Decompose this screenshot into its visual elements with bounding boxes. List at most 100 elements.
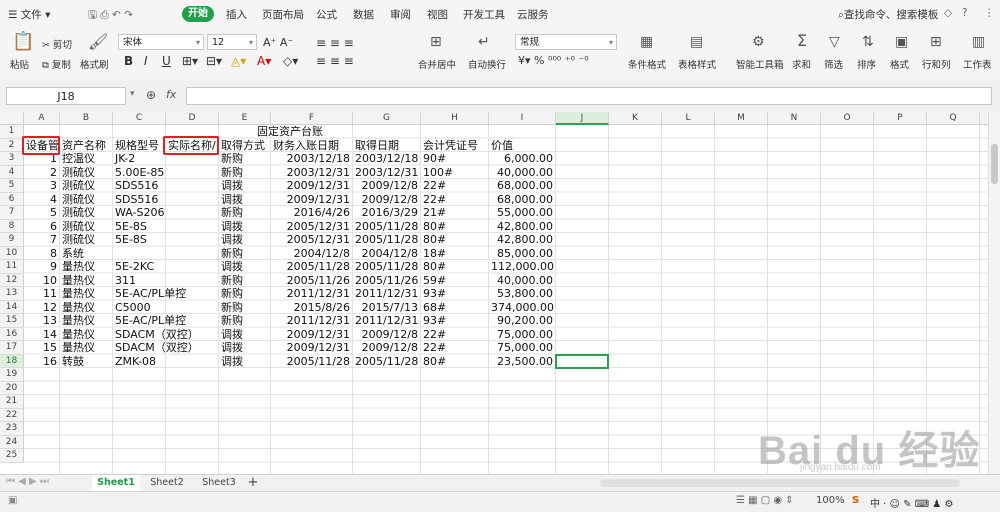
view-mode-icons[interactable]: ☰ ▦ ▢ ◉ ⇕	[736, 495, 794, 506]
cell[interactable]: SDS516	[115, 179, 163, 193]
cell[interactable]: 75,000.00	[491, 328, 553, 342]
column-header-h[interactable]: H	[421, 112, 489, 125]
column-header-e[interactable]: E	[219, 112, 271, 125]
cell[interactable]: 2	[26, 166, 57, 180]
cell[interactable]: 量热仪	[62, 274, 110, 288]
tab-view[interactable]: 视图	[427, 7, 448, 22]
cell[interactable]: 新购	[221, 166, 268, 180]
cell[interactable]: 测硫仪	[62, 179, 110, 193]
tab-formula[interactable]: 公式	[316, 7, 337, 22]
cell[interactable]: 新购	[221, 206, 268, 220]
cell[interactable]: 调拨	[221, 341, 268, 355]
cell[interactable]: 新购	[221, 274, 268, 288]
vertical-scrollbar[interactable]	[988, 112, 1000, 474]
row-header-17[interactable]: 17	[0, 341, 24, 355]
cell[interactable]: ZMK-08	[115, 355, 163, 369]
cell[interactable]: 2004/12/8	[273, 247, 350, 261]
table-style-button[interactable]: 表格样式	[678, 57, 716, 71]
column-header-b[interactable]: B	[60, 112, 113, 125]
merge-icon[interactable]: ⊟▾	[206, 54, 222, 68]
zoom-icon[interactable]: ⊕	[146, 88, 156, 102]
cell[interactable]: 新购	[221, 247, 268, 261]
filter-button[interactable]: 筛选	[824, 57, 843, 71]
cell[interactable]: C5000	[115, 301, 163, 315]
row-header-19[interactable]: 19	[0, 368, 24, 382]
row-header-16[interactable]: 16	[0, 327, 24, 341]
cell[interactable]: WA-S206	[115, 206, 165, 220]
format-painter-icon[interactable]: 🖌	[88, 34, 108, 50]
cell[interactable]: 量热仪	[62, 301, 110, 315]
row-header-23[interactable]: 23	[0, 422, 24, 436]
cell[interactable]: 2011/12/31	[273, 287, 350, 301]
cell[interactable]: 23,500.00	[491, 355, 553, 369]
cell[interactable]: 2003/12/31	[273, 166, 350, 180]
add-sheet-icon[interactable]: +	[246, 475, 260, 491]
cell[interactable]: 控温仪	[62, 152, 110, 166]
cell[interactable]: 2009/12/31	[273, 193, 350, 207]
cell[interactable]: 2009/12/31	[273, 179, 350, 193]
more-icon[interactable]: ⋮	[984, 7, 995, 19]
percent-icon[interactable]: ¥▾ % ⁰⁰⁰ ⁺⁰ ⁻⁰	[518, 54, 589, 67]
cell[interactable]: 转鼓	[62, 355, 110, 369]
ime-icon[interactable]: S	[852, 495, 859, 506]
cell[interactable]: 调拨	[221, 260, 268, 274]
row-header-10[interactable]: 10	[0, 246, 24, 260]
row-col-button[interactable]: 行和列	[922, 57, 951, 71]
conditional-format-button[interactable]: 条件格式	[628, 57, 666, 71]
fx-button[interactable]: fx	[166, 88, 176, 101]
cell[interactable]: 量热仪	[62, 341, 110, 355]
conditional-format-icon[interactable]: ▦	[640, 35, 653, 49]
row-header-15[interactable]: 15	[0, 314, 24, 328]
skin-icon[interactable]: ◇	[944, 7, 952, 19]
cell[interactable]: 测硫仪	[62, 206, 110, 220]
cell[interactable]: 2003/12/31	[355, 166, 418, 180]
cell[interactable]: 2011/12/31	[355, 287, 418, 301]
cell[interactable]: 6,000.00	[491, 152, 553, 166]
worksheet-icon[interactable]: ▥	[972, 35, 985, 49]
cell[interactable]: 2009/12/8	[355, 328, 418, 342]
search-command[interactable]: ⌕查找命令、搜索模板	[838, 7, 938, 22]
cell[interactable]: 18#	[423, 247, 486, 261]
format-button[interactable]: 格式	[890, 57, 909, 71]
cell[interactable]: 2016/4/26	[273, 206, 350, 220]
column-header-n[interactable]: N	[768, 112, 821, 125]
row-header-11[interactable]: 11	[0, 260, 24, 274]
cell[interactable]: 22#	[423, 179, 486, 193]
row-col-icon[interactable]: ⊞	[930, 35, 942, 49]
cell[interactable]: 2009/12/8	[355, 341, 418, 355]
quick-access-icons[interactable]: 🖫 ⎙ ↶ ↷	[88, 7, 133, 25]
row-header-3[interactable]: 3	[0, 152, 24, 166]
cell[interactable]: 调拨	[221, 233, 268, 247]
font-size-select[interactable]: 12 ▾	[207, 34, 257, 50]
tab-page-layout[interactable]: 页面布局	[262, 7, 304, 22]
row-header-25[interactable]: 25	[0, 449, 24, 463]
cell[interactable]: 311	[115, 274, 163, 288]
tab-sheet2[interactable]: Sheet2	[144, 475, 190, 491]
column-header-q[interactable]: Q	[927, 112, 980, 125]
cell[interactable]: JK-2	[115, 152, 163, 166]
cell[interactable]: 5E-8S	[115, 220, 163, 234]
cell[interactable]: 8	[26, 247, 57, 261]
cell[interactable]: 2005/11/28	[273, 355, 350, 369]
cell[interactable]: 2003/12/18	[273, 152, 350, 166]
row-header-22[interactable]: 22	[0, 408, 24, 422]
cell[interactable]: 59#	[423, 274, 486, 288]
cell[interactable]: 12	[26, 301, 57, 315]
cell[interactable]: 2009/12/31	[273, 328, 350, 342]
column-header-i[interactable]: I	[489, 112, 556, 125]
cell[interactable]: 40,000.00	[491, 274, 553, 288]
cell[interactable]: 75,000.00	[491, 341, 553, 355]
cell[interactable]: 2005/11/26	[273, 274, 350, 288]
column-header-c[interactable]: C	[113, 112, 166, 125]
row-header-12[interactable]: 12	[0, 273, 24, 287]
cell[interactable]: 68#	[423, 301, 486, 315]
cell[interactable]: 5E-AC/PL单控	[115, 287, 186, 301]
chevron-down-icon[interactable]: ▾	[130, 89, 135, 99]
row-header-18[interactable]: 18	[0, 354, 24, 368]
cell[interactable]: 374,000.00	[491, 301, 554, 315]
sum-button[interactable]: 求和	[792, 57, 811, 71]
file-menu[interactable]: ☰ 文件 ▾	[8, 7, 50, 22]
cell[interactable]: 系统	[62, 247, 110, 261]
merge-center-button[interactable]: 合并居中	[418, 57, 456, 71]
cell[interactable]: 16	[26, 355, 57, 369]
